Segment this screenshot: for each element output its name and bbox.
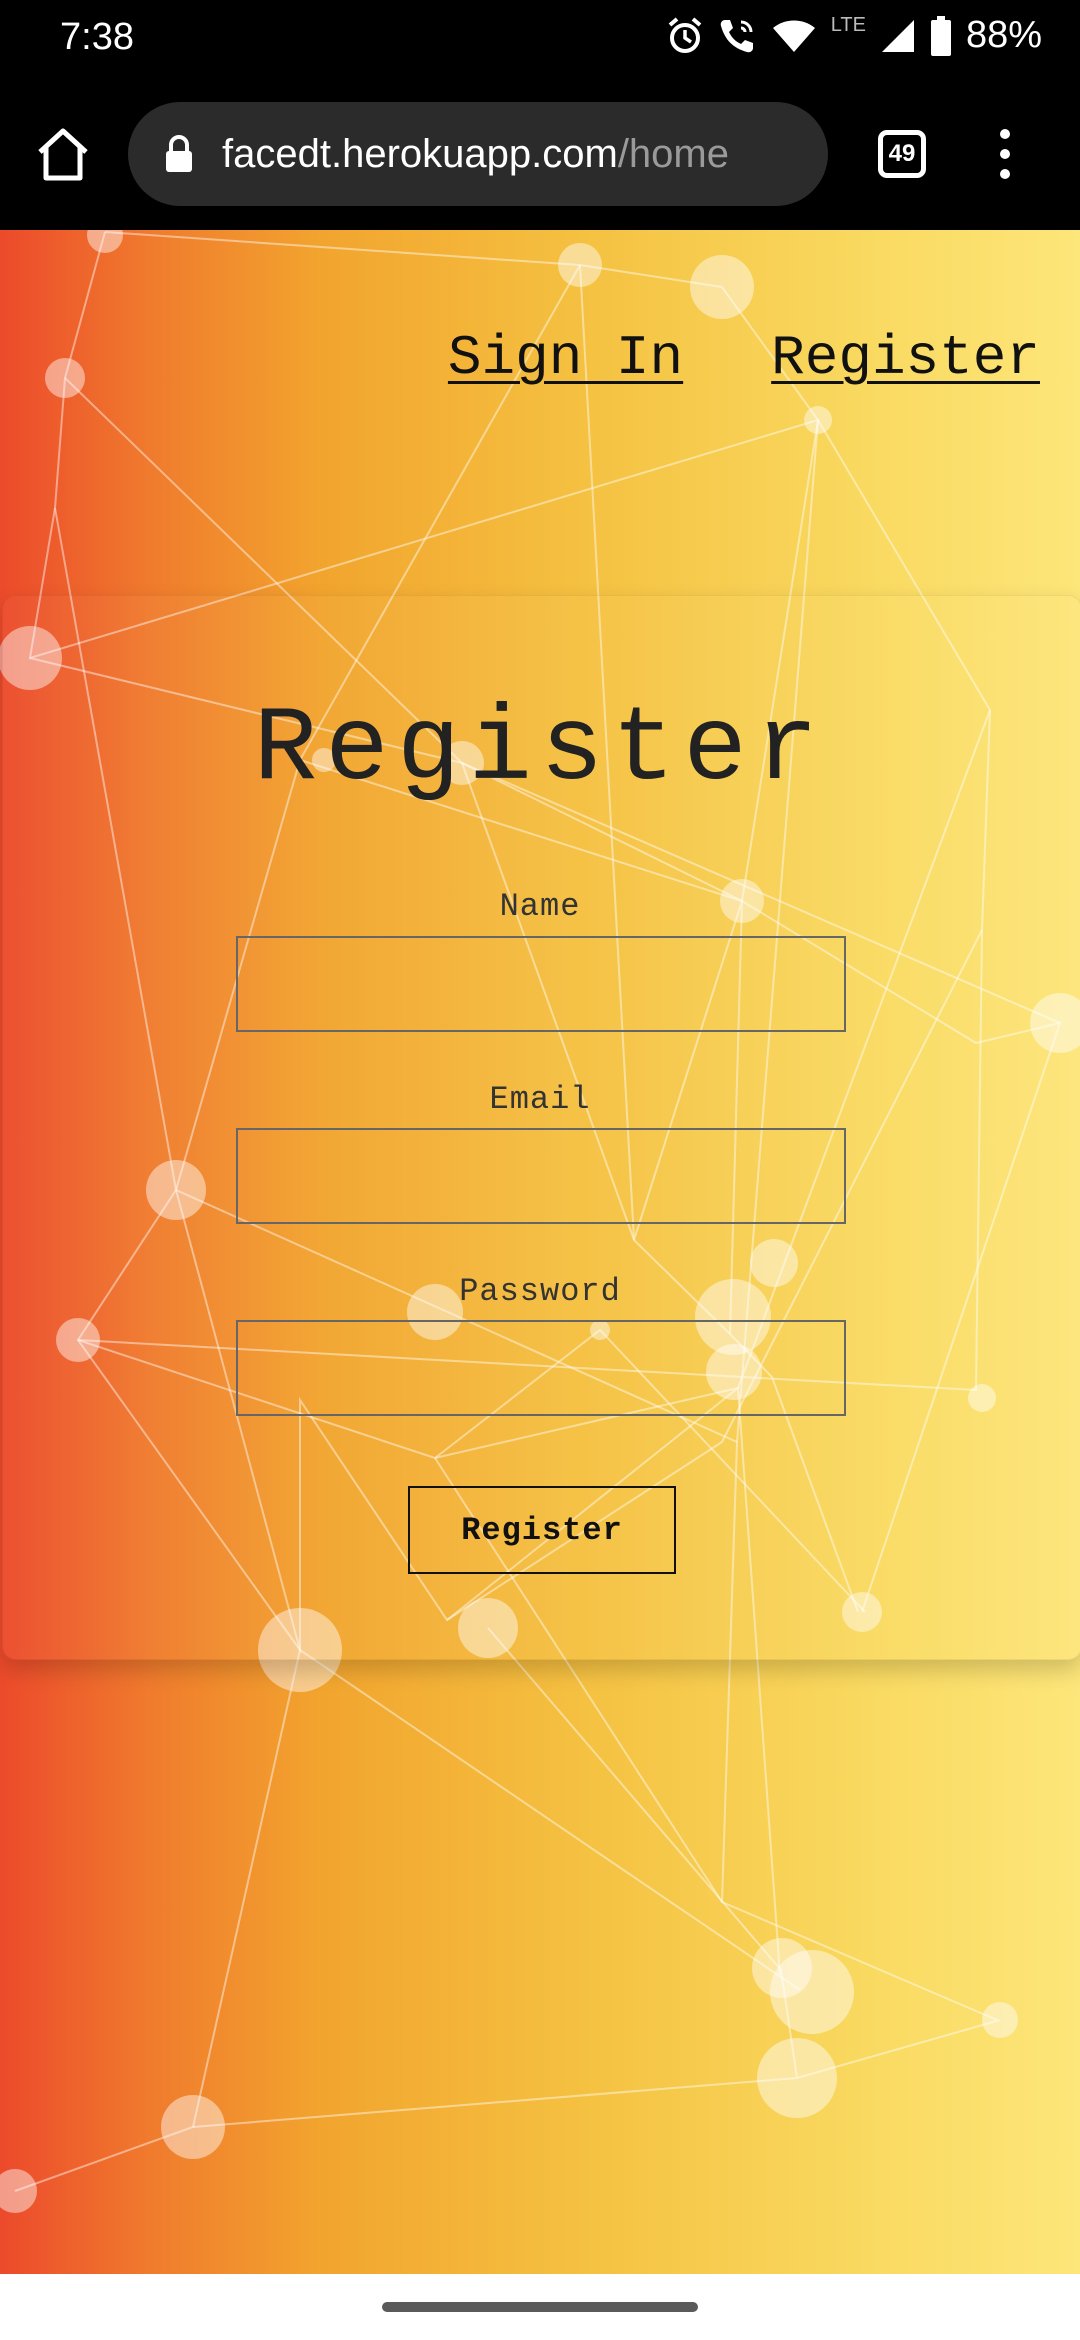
web-content: Sign In Register Register Name Email Pas… — [0, 230, 1080, 2274]
name-label: Name — [499, 888, 581, 925]
top-nav: Sign In Register — [448, 326, 1040, 390]
form-title: Register — [253, 690, 827, 810]
url-path: /home — [617, 131, 729, 176]
status-bar: 7:38 LTE 88% — [0, 0, 1080, 80]
name-input[interactable] — [236, 936, 846, 1032]
network-type: LTE — [830, 14, 866, 36]
battery-percent: 88% — [965, 14, 1042, 56]
wifi-call-icon — [720, 19, 753, 52]
status-time: 7:38 — [60, 16, 134, 58]
home-icon[interactable] — [30, 122, 96, 188]
url-domain: facedt.herokuapp.com — [222, 131, 618, 176]
alarm-icon — [668, 16, 702, 53]
browser-toolbar: facedt.herokuapp.com/home 49 — [0, 80, 1080, 230]
password-label: Password — [459, 1273, 621, 1310]
address-bar[interactable]: facedt.herokuapp.com/home — [128, 102, 828, 206]
register-link[interactable]: Register — [771, 326, 1040, 390]
tab-count: 49 — [888, 140, 916, 167]
email-label: Email — [489, 1081, 591, 1118]
wifi-icon — [772, 20, 815, 52]
sign-in-link[interactable]: Sign In — [448, 326, 683, 390]
tabs-button[interactable]: 49 — [878, 130, 926, 178]
email-input[interactable] — [236, 1128, 846, 1224]
gesture-bar — [0, 2274, 1080, 2340]
more-vert-icon[interactable] — [990, 124, 1020, 184]
register-button[interactable]: Register — [408, 1486, 676, 1574]
home-gesture-handle[interactable] — [382, 2302, 698, 2312]
signal-icon — [881, 19, 914, 52]
url-text: facedt.herokuapp.com/home — [222, 132, 729, 177]
status-icons: LTE 88% — [667, 14, 1042, 57]
password-input[interactable] — [236, 1320, 846, 1416]
battery-icon — [930, 15, 951, 56]
lock-icon — [166, 135, 192, 172]
